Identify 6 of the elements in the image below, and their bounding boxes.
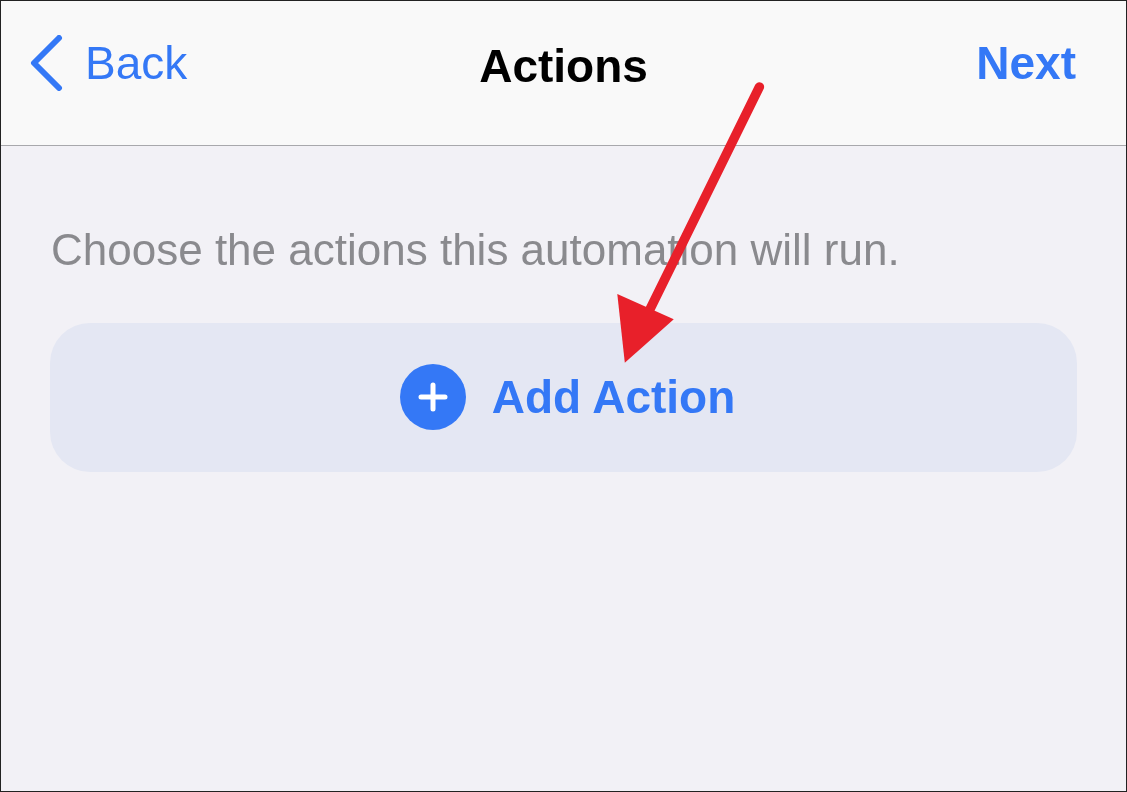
back-chevron-icon (29, 35, 63, 91)
plus-icon (399, 364, 466, 431)
back-button[interactable]: Back (29, 35, 188, 91)
screen-title: Actions (479, 39, 648, 93)
next-button[interactable]: Next (976, 36, 1076, 90)
add-action-button[interactable]: Add Action (50, 322, 1077, 472)
